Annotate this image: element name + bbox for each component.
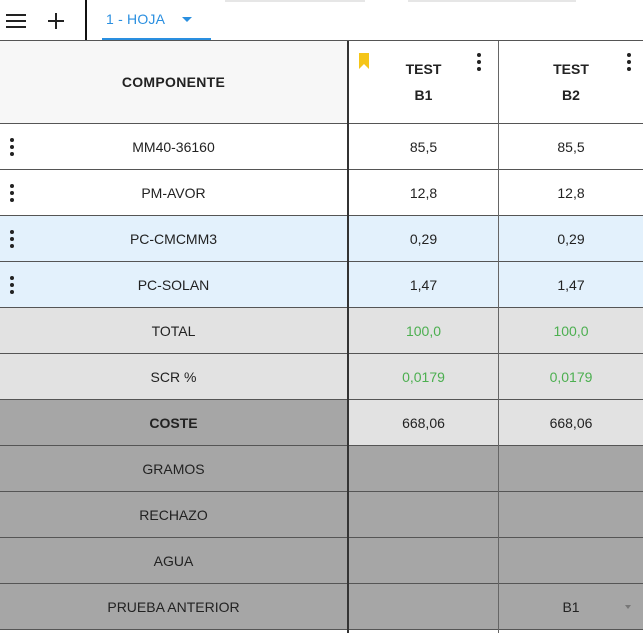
row-value-b2[interactable]: 85,5: [499, 124, 643, 169]
row-value-b2: 100,0: [553, 322, 589, 339]
row-value-b2[interactable]: [499, 446, 643, 491]
column-header-test-b2[interactable]: TEST B2: [499, 41, 643, 123]
row-label: COSTE: [149, 414, 198, 431]
column-divider: [498, 41, 499, 633]
table-row-gramos: GRAMOS: [0, 446, 643, 491]
table-row-total: TOTAL 100,0 100,0: [0, 308, 643, 353]
row-divider: [0, 399, 643, 400]
select-value: B1: [562, 598, 580, 615]
row-value-b1: 668,06: [349, 400, 498, 445]
prueba-anterior-select[interactable]: B1: [499, 584, 643, 629]
toolbar: 1 - HOJA: [0, 0, 643, 40]
row-value-b2[interactable]: [499, 492, 643, 537]
tab-label: 1 - HOJA: [106, 11, 166, 27]
table-row-rechazo: RECHAZO: [0, 492, 643, 537]
column-menu-icon[interactable]: [476, 53, 482, 71]
row-divider: [0, 445, 643, 446]
row-value-b1[interactable]: 85,5: [349, 124, 498, 169]
row-value-b2: 0,0179: [549, 368, 593, 385]
row-label: GRAMOS: [142, 460, 205, 477]
table-row: PM-AVOR 12,8 12,8: [0, 170, 643, 215]
column-header-line2: B1: [414, 87, 433, 103]
row-label: PRUEBA ANTERIOR: [107, 598, 240, 615]
tab-hoja-1[interactable]: 1 - HOJA: [102, 0, 211, 40]
table-row: MM40-36160 85,5 85,5: [0, 124, 643, 169]
row-value-b1[interactable]: 12,8: [349, 170, 498, 215]
tab-placeholder-bar: [225, 0, 365, 2]
row-divider: [0, 123, 643, 124]
row-value-b1[interactable]: [349, 538, 498, 583]
header-row: COMPONENTE TEST B1 TEST B2: [0, 41, 643, 123]
row-value-b1[interactable]: [349, 446, 498, 491]
row-label: PC-CMCMM3: [129, 230, 218, 247]
row-value-b1[interactable]: 1,47: [349, 262, 498, 307]
column-header-line1: TEST: [553, 61, 589, 77]
toolbar-divider: [85, 0, 87, 40]
row-value-b2[interactable]: [499, 538, 643, 583]
column-menu-icon[interactable]: [626, 53, 632, 71]
row-label: RECHAZO: [139, 506, 208, 523]
add-sheet-icon[interactable]: [43, 8, 69, 34]
row-value-b1[interactable]: [349, 584, 498, 629]
row-value-b1: 0,0179: [402, 368, 445, 385]
row-value-b1[interactable]: [349, 492, 498, 537]
row-value-b1: 100,0: [405, 322, 442, 339]
row-label: PC-SOLAN: [137, 276, 210, 293]
table-row-agua: AGUA: [0, 538, 643, 583]
column-header-line1: TEST: [405, 61, 442, 77]
row-value-b2[interactable]: 0,29: [499, 216, 643, 261]
column-header-line2: B2: [562, 87, 580, 103]
row-divider: [0, 215, 643, 216]
row-divider: [0, 169, 643, 170]
dropdown-arrow-icon[interactable]: [625, 605, 631, 609]
row-value-b2: 668,06: [499, 400, 643, 445]
table-row: PC-SOLAN 1,47 1,47: [0, 262, 643, 307]
row-label: MM40-36160: [132, 138, 215, 155]
row-value-b1[interactable]: 0,29: [349, 216, 498, 261]
table-row: PC-CMCMM3 0,29 0,29: [0, 216, 643, 261]
row-value-b2[interactable]: 12,8: [499, 170, 643, 215]
data-grid: COMPONENTE TEST B1 TEST B2 MM40-36160 85…: [0, 40, 643, 633]
hamburger-menu-icon[interactable]: [3, 8, 29, 34]
row-divider: [0, 353, 643, 354]
row-divider: [0, 583, 643, 584]
tab-placeholder-bar: [408, 0, 576, 2]
row-label: SCR %: [150, 368, 197, 385]
table-row-coste: COSTE 668,06 668,06: [0, 400, 643, 445]
table-row-prueba-anterior: PRUEBA ANTERIOR B1: [0, 584, 643, 629]
row-divider: [0, 629, 643, 630]
tab-dropdown-arrow-icon[interactable]: [182, 17, 192, 22]
row-label: AGUA: [153, 552, 194, 569]
row-divider: [0, 537, 643, 538]
row-label: TOTAL: [151, 322, 196, 339]
column-header-componente: COMPONENTE: [0, 41, 347, 123]
row-label: PM-AVOR: [141, 184, 206, 201]
column-divider: [347, 41, 349, 633]
row-divider: [0, 261, 643, 262]
table-row-scr: SCR % 0,0179 0,0179: [0, 354, 643, 399]
bookmark-icon[interactable]: [359, 53, 369, 69]
row-value-b2[interactable]: 1,47: [499, 262, 643, 307]
row-divider: [0, 491, 643, 492]
row-divider: [0, 307, 643, 308]
